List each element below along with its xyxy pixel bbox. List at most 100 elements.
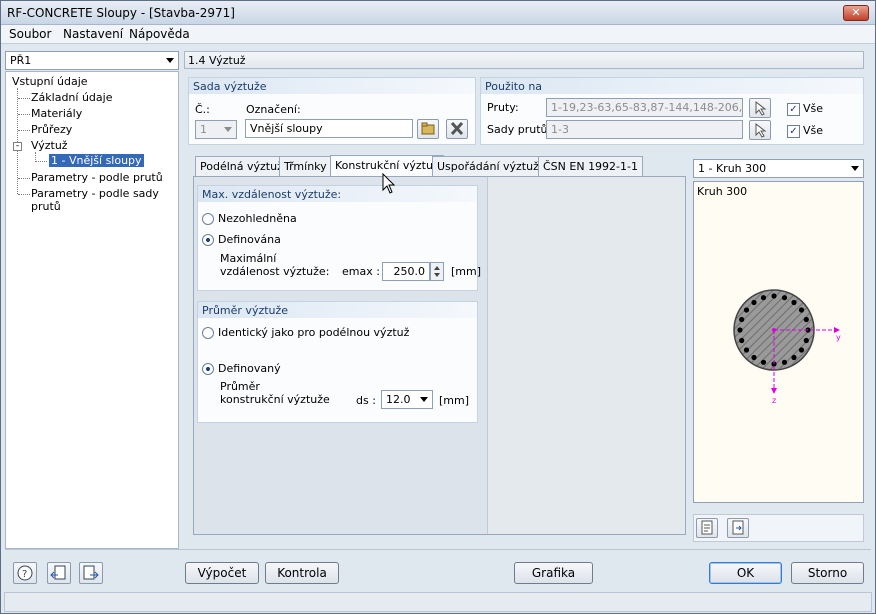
tree-item-vyztuz[interactable]: Výztuž xyxy=(31,139,68,152)
pick-members-button[interactable] xyxy=(749,98,771,118)
rebar-dot xyxy=(803,316,809,323)
pick-cursor-icon xyxy=(755,100,767,116)
title-bar: RF-CONCRETE Sloupy - [Stavba-2971] ✕ xyxy=(1,1,875,25)
no-label: Č.: xyxy=(195,103,210,116)
max-spacing-label-2: vzdálenost výztuže: xyxy=(220,265,330,278)
section-title: 1.4 Výztuž xyxy=(188,54,246,67)
group-header: Sada výztuže xyxy=(189,78,475,94)
tab-podelna[interactable]: Podélná výztuž xyxy=(195,156,288,176)
menu-nastaveni[interactable]: Nastavení xyxy=(63,27,123,41)
rebar-dot xyxy=(791,299,797,306)
vse-checkbox[interactable]: ✓ xyxy=(787,103,800,116)
rebar-dot xyxy=(760,359,767,365)
emax-input[interactable]: 250.0 xyxy=(382,262,430,281)
rebar-dot xyxy=(751,354,757,361)
vse-checkbox-row[interactable]: ✓ Vše xyxy=(787,102,823,116)
radio-label-identicky: Identický jako pro podélnou výztuž xyxy=(218,326,410,339)
document-icon xyxy=(701,520,713,535)
grafika-button[interactable]: Grafika xyxy=(514,562,593,584)
chevron-down-icon xyxy=(224,127,232,132)
emax-spinner[interactable] xyxy=(430,262,444,281)
rebar-dot xyxy=(739,337,745,344)
menu-soubor[interactable]: Soubor xyxy=(9,27,51,41)
main-window: RF-CONCRETE Sloupy - [Stavba-2971] ✕ Sou… xyxy=(0,0,876,614)
kontrola-button[interactable]: Kontrola xyxy=(265,562,339,584)
axis-z-label: z xyxy=(772,396,776,405)
z-axis-arrow xyxy=(771,388,777,394)
name-label: Označení: xyxy=(246,103,301,116)
new-folder-button[interactable] xyxy=(417,119,439,139)
group-header: Průměr výztuže xyxy=(198,302,477,318)
cross-section-graphic: y z xyxy=(733,289,841,405)
chevron-down-icon xyxy=(166,58,174,63)
rebar-dot xyxy=(791,354,797,361)
tree-item-materialy[interactable]: Materiály xyxy=(31,107,82,120)
tab-usporadani[interactable]: Uspořádání výztuže xyxy=(432,156,551,176)
section-preview-select[interactable]: 1 - Kruh 300 xyxy=(693,159,864,178)
rebar-dot xyxy=(760,295,767,301)
pruty-input[interactable]: 1-19,23-63,65-83,87-144,148-206,210-2 xyxy=(546,98,743,117)
diameter-label-2: konstrukční výztuže xyxy=(220,393,330,406)
spin-arrows-icon xyxy=(434,266,440,277)
tree-root[interactable]: Vstupní údaje xyxy=(12,75,88,88)
tree-item-param-sady[interactable]: Parametry - podle sady prutů xyxy=(31,187,178,213)
vse2-checkbox[interactable]: ✓ xyxy=(787,125,800,138)
menu-napoveda[interactable]: Nápověda xyxy=(129,27,190,41)
rebar-dot xyxy=(751,299,757,306)
rebar-dot xyxy=(739,316,745,323)
import-icon xyxy=(50,565,66,580)
export-button[interactable] xyxy=(79,562,103,584)
svg-text:?: ? xyxy=(22,569,27,580)
menu-bar: Soubor Nastavení Nápověda xyxy=(1,25,875,44)
pick-sets-button[interactable] xyxy=(749,120,771,140)
export-icon xyxy=(732,520,744,535)
status-bar xyxy=(4,592,872,612)
rebar-dot xyxy=(803,337,809,344)
vse2-checkbox-row[interactable]: ✓ Vše xyxy=(787,124,823,138)
rebar-dot xyxy=(781,359,788,365)
close-button[interactable]: ✕ xyxy=(843,5,869,21)
navigator-tree: Vstupní údaje Základní údaje Materiály P… xyxy=(5,71,179,549)
set-number-select[interactable]: 1 xyxy=(195,120,237,139)
export-icon xyxy=(83,565,99,580)
collapse-icon[interactable]: - xyxy=(13,142,22,151)
radio-identicky[interactable] xyxy=(202,327,214,339)
vypocet-button[interactable]: Výpočet xyxy=(185,562,259,584)
rebar-dot xyxy=(743,307,750,313)
delete-button[interactable] xyxy=(446,119,468,139)
ok-button[interactable]: OK xyxy=(709,562,782,584)
radio-definovana[interactable] xyxy=(202,234,214,246)
diameter-label-1: Průměr xyxy=(220,380,260,393)
storno-button[interactable]: Storno xyxy=(791,562,864,584)
help-button[interactable]: ? xyxy=(13,562,37,584)
tab-trminky[interactable]: Třmínky xyxy=(279,156,332,176)
rebar-dot xyxy=(737,327,743,333)
tree-item-param-pruty[interactable]: Parametry - podle prutů xyxy=(31,171,163,184)
radio-definovany[interactable] xyxy=(202,363,214,375)
preview-toolbar xyxy=(693,514,864,542)
preview-info-button[interactable] xyxy=(696,518,718,538)
ds-symbol: ds : xyxy=(356,394,376,407)
right-empty-panel xyxy=(487,177,685,534)
case-select[interactable]: PŘ1 xyxy=(5,51,179,70)
import-button[interactable] xyxy=(47,562,71,584)
radio-label-definovany: Definovaný xyxy=(218,362,281,375)
radio-nezohlednena[interactable] xyxy=(202,213,214,225)
centroid xyxy=(772,328,776,332)
pruty-label: Pruty: xyxy=(487,101,519,114)
rebar-dot xyxy=(798,347,805,353)
ds-unit: [mm] xyxy=(439,394,470,407)
chevron-down-icon xyxy=(420,397,428,402)
tab-csn[interactable]: ČSN EN 1992-1-1 xyxy=(538,156,643,176)
emax-symbol: emax : xyxy=(342,265,380,278)
pick-cursor-icon xyxy=(755,122,767,138)
preview-export-button[interactable] xyxy=(727,518,749,538)
tree-item-zakladni[interactable]: Základní údaje xyxy=(31,91,112,104)
sady-input[interactable]: 1-3 xyxy=(546,120,743,139)
rebar-dot xyxy=(771,293,777,299)
tree-item-vnejsi-sloupy[interactable]: 1 - Vnější sloupy xyxy=(49,154,144,167)
name-input[interactable]: Vnější sloupy xyxy=(245,119,413,138)
ds-select[interactable]: 12.0 xyxy=(381,390,433,409)
help-icon: ? xyxy=(17,565,33,581)
tree-item-prurezy[interactable]: Průřezy xyxy=(31,123,72,136)
